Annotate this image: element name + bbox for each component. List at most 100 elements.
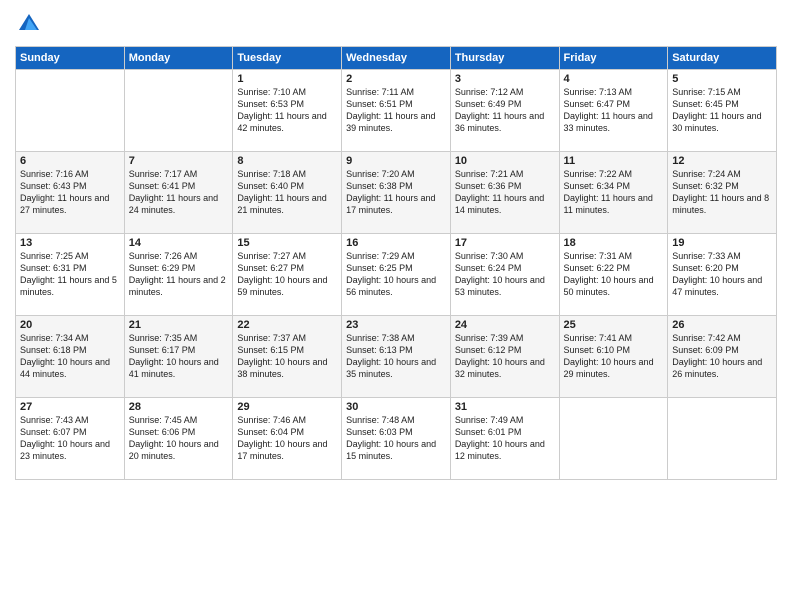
day-number: 14: [129, 237, 229, 249]
day-info: Sunrise: 7:46 AM Sunset: 6:04 PM Dayligh…: [237, 414, 337, 463]
day-cell: 11Sunrise: 7:22 AM Sunset: 6:34 PM Dayli…: [559, 152, 668, 234]
day-info: Sunrise: 7:17 AM Sunset: 6:41 PM Dayligh…: [129, 168, 229, 217]
day-number: 3: [455, 73, 555, 85]
day-cell: 13Sunrise: 7:25 AM Sunset: 6:31 PM Dayli…: [16, 234, 125, 316]
day-info: Sunrise: 7:21 AM Sunset: 6:36 PM Dayligh…: [455, 168, 555, 217]
day-info: Sunrise: 7:39 AM Sunset: 6:12 PM Dayligh…: [455, 332, 555, 381]
day-info: Sunrise: 7:34 AM Sunset: 6:18 PM Dayligh…: [20, 332, 120, 381]
day-number: 28: [129, 401, 229, 413]
day-cell: [124, 70, 233, 152]
day-info: Sunrise: 7:25 AM Sunset: 6:31 PM Dayligh…: [20, 250, 120, 299]
day-number: 31: [455, 401, 555, 413]
day-info: Sunrise: 7:38 AM Sunset: 6:13 PM Dayligh…: [346, 332, 446, 381]
weekday-saturday: Saturday: [668, 47, 777, 70]
day-info: Sunrise: 7:37 AM Sunset: 6:15 PM Dayligh…: [237, 332, 337, 381]
day-info: Sunrise: 7:18 AM Sunset: 6:40 PM Dayligh…: [237, 168, 337, 217]
day-cell: [668, 398, 777, 480]
week-row-2: 6Sunrise: 7:16 AM Sunset: 6:43 PM Daylig…: [16, 152, 777, 234]
day-cell: 15Sunrise: 7:27 AM Sunset: 6:27 PM Dayli…: [233, 234, 342, 316]
week-row-4: 20Sunrise: 7:34 AM Sunset: 6:18 PM Dayli…: [16, 316, 777, 398]
weekday-tuesday: Tuesday: [233, 47, 342, 70]
day-cell: 20Sunrise: 7:34 AM Sunset: 6:18 PM Dayli…: [16, 316, 125, 398]
day-cell: 30Sunrise: 7:48 AM Sunset: 6:03 PM Dayli…: [342, 398, 451, 480]
day-number: 18: [564, 237, 664, 249]
day-number: 21: [129, 319, 229, 331]
week-row-1: 1Sunrise: 7:10 AM Sunset: 6:53 PM Daylig…: [16, 70, 777, 152]
day-info: Sunrise: 7:31 AM Sunset: 6:22 PM Dayligh…: [564, 250, 664, 299]
day-cell: 8Sunrise: 7:18 AM Sunset: 6:40 PM Daylig…: [233, 152, 342, 234]
weekday-wednesday: Wednesday: [342, 47, 451, 70]
day-info: Sunrise: 7:13 AM Sunset: 6:47 PM Dayligh…: [564, 86, 664, 135]
day-cell: 26Sunrise: 7:42 AM Sunset: 6:09 PM Dayli…: [668, 316, 777, 398]
day-info: Sunrise: 7:24 AM Sunset: 6:32 PM Dayligh…: [672, 168, 772, 217]
day-cell: 31Sunrise: 7:49 AM Sunset: 6:01 PM Dayli…: [450, 398, 559, 480]
page: SundayMondayTuesdayWednesdayThursdayFrid…: [0, 0, 792, 612]
calendar-table: SundayMondayTuesdayWednesdayThursdayFrid…: [15, 46, 777, 480]
day-cell: 9Sunrise: 7:20 AM Sunset: 6:38 PM Daylig…: [342, 152, 451, 234]
day-number: 8: [237, 155, 337, 167]
day-number: 23: [346, 319, 446, 331]
day-cell: 6Sunrise: 7:16 AM Sunset: 6:43 PM Daylig…: [16, 152, 125, 234]
day-info: Sunrise: 7:27 AM Sunset: 6:27 PM Dayligh…: [237, 250, 337, 299]
day-cell: 10Sunrise: 7:21 AM Sunset: 6:36 PM Dayli…: [450, 152, 559, 234]
week-row-5: 27Sunrise: 7:43 AM Sunset: 6:07 PM Dayli…: [16, 398, 777, 480]
day-cell: 19Sunrise: 7:33 AM Sunset: 6:20 PM Dayli…: [668, 234, 777, 316]
day-cell: [16, 70, 125, 152]
day-cell: 3Sunrise: 7:12 AM Sunset: 6:49 PM Daylig…: [450, 70, 559, 152]
day-number: 24: [455, 319, 555, 331]
day-number: 27: [20, 401, 120, 413]
day-number: 15: [237, 237, 337, 249]
day-cell: 7Sunrise: 7:17 AM Sunset: 6:41 PM Daylig…: [124, 152, 233, 234]
day-number: 26: [672, 319, 772, 331]
day-info: Sunrise: 7:30 AM Sunset: 6:24 PM Dayligh…: [455, 250, 555, 299]
calendar-body: 1Sunrise: 7:10 AM Sunset: 6:53 PM Daylig…: [16, 70, 777, 480]
day-number: 7: [129, 155, 229, 167]
day-number: 29: [237, 401, 337, 413]
day-info: Sunrise: 7:29 AM Sunset: 6:25 PM Dayligh…: [346, 250, 446, 299]
day-info: Sunrise: 7:26 AM Sunset: 6:29 PM Dayligh…: [129, 250, 229, 299]
day-number: 4: [564, 73, 664, 85]
day-cell: 27Sunrise: 7:43 AM Sunset: 6:07 PM Dayli…: [16, 398, 125, 480]
day-info: Sunrise: 7:22 AM Sunset: 6:34 PM Dayligh…: [564, 168, 664, 217]
weekday-sunday: Sunday: [16, 47, 125, 70]
day-info: Sunrise: 7:10 AM Sunset: 6:53 PM Dayligh…: [237, 86, 337, 135]
day-cell: 23Sunrise: 7:38 AM Sunset: 6:13 PM Dayli…: [342, 316, 451, 398]
day-cell: 18Sunrise: 7:31 AM Sunset: 6:22 PM Dayli…: [559, 234, 668, 316]
day-cell: 21Sunrise: 7:35 AM Sunset: 6:17 PM Dayli…: [124, 316, 233, 398]
day-cell: [559, 398, 668, 480]
weekday-monday: Monday: [124, 47, 233, 70]
day-info: Sunrise: 7:48 AM Sunset: 6:03 PM Dayligh…: [346, 414, 446, 463]
day-number: 1: [237, 73, 337, 85]
logo-icon: [15, 10, 43, 38]
day-info: Sunrise: 7:43 AM Sunset: 6:07 PM Dayligh…: [20, 414, 120, 463]
day-info: Sunrise: 7:49 AM Sunset: 6:01 PM Dayligh…: [455, 414, 555, 463]
day-info: Sunrise: 7:20 AM Sunset: 6:38 PM Dayligh…: [346, 168, 446, 217]
day-cell: 29Sunrise: 7:46 AM Sunset: 6:04 PM Dayli…: [233, 398, 342, 480]
day-cell: 5Sunrise: 7:15 AM Sunset: 6:45 PM Daylig…: [668, 70, 777, 152]
day-number: 16: [346, 237, 446, 249]
day-number: 30: [346, 401, 446, 413]
day-info: Sunrise: 7:35 AM Sunset: 6:17 PM Dayligh…: [129, 332, 229, 381]
day-info: Sunrise: 7:42 AM Sunset: 6:09 PM Dayligh…: [672, 332, 772, 381]
day-number: 11: [564, 155, 664, 167]
day-number: 13: [20, 237, 120, 249]
logo: [15, 10, 47, 38]
day-cell: 2Sunrise: 7:11 AM Sunset: 6:51 PM Daylig…: [342, 70, 451, 152]
day-number: 2: [346, 73, 446, 85]
day-cell: 22Sunrise: 7:37 AM Sunset: 6:15 PM Dayli…: [233, 316, 342, 398]
day-number: 20: [20, 319, 120, 331]
day-cell: 25Sunrise: 7:41 AM Sunset: 6:10 PM Dayli…: [559, 316, 668, 398]
week-row-3: 13Sunrise: 7:25 AM Sunset: 6:31 PM Dayli…: [16, 234, 777, 316]
day-number: 10: [455, 155, 555, 167]
day-number: 12: [672, 155, 772, 167]
day-number: 17: [455, 237, 555, 249]
day-info: Sunrise: 7:33 AM Sunset: 6:20 PM Dayligh…: [672, 250, 772, 299]
weekday-header-row: SundayMondayTuesdayWednesdayThursdayFrid…: [16, 47, 777, 70]
day-number: 6: [20, 155, 120, 167]
day-cell: 4Sunrise: 7:13 AM Sunset: 6:47 PM Daylig…: [559, 70, 668, 152]
day-number: 19: [672, 237, 772, 249]
day-cell: 12Sunrise: 7:24 AM Sunset: 6:32 PM Dayli…: [668, 152, 777, 234]
day-cell: 14Sunrise: 7:26 AM Sunset: 6:29 PM Dayli…: [124, 234, 233, 316]
header: [15, 10, 777, 38]
day-cell: 16Sunrise: 7:29 AM Sunset: 6:25 PM Dayli…: [342, 234, 451, 316]
